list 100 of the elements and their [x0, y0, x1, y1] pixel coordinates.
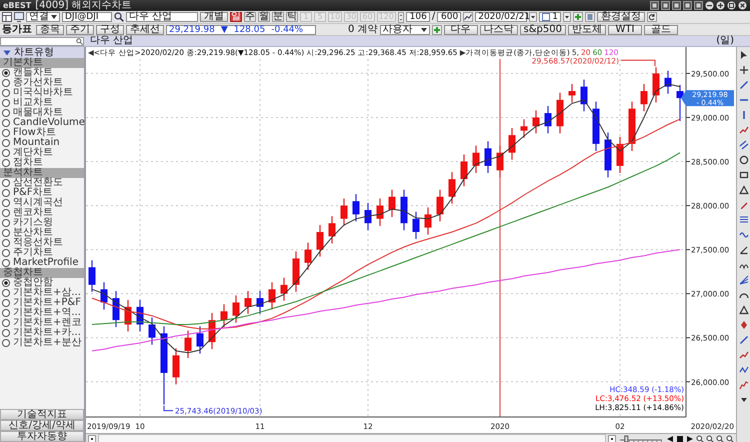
chart-type-option[interactable]: P&F차트 [0, 188, 84, 198]
wave-icon[interactable] [738, 230, 748, 240]
chart-type-option[interactable]: 기본차트+P&F [0, 298, 84, 308]
count-field[interactable]: 106 [406, 12, 430, 22]
radio-button[interactable] [2, 279, 10, 287]
toolbar-button[interactable]: 구성 [96, 24, 124, 34]
dropdown-icon[interactable] [563, 12, 572, 22]
radio-button[interactable] [2, 219, 10, 227]
period-tab[interactable]: 분 [272, 12, 284, 22]
close-icon[interactable] [738, 1, 747, 10]
period-tab[interactable]: 주 [244, 12, 256, 22]
spinner-icon[interactable] [398, 12, 404, 22]
scrollbar[interactable] [86, 433, 736, 442]
chart-type-option[interactable]: 기본차트+삼... [0, 288, 84, 298]
chart-type-option[interactable]: 주기차트 [0, 248, 84, 258]
link-select[interactable]: 연결 [26, 12, 60, 22]
radio-button[interactable] [2, 119, 10, 127]
radio-button[interactable] [2, 299, 10, 307]
settings-button[interactable]: 환경설정 [597, 12, 646, 22]
period-tab[interactable]: 월 [258, 12, 270, 22]
chart-type-option[interactable]: 분산차트 [0, 228, 84, 238]
play-icon[interactable] [686, 434, 694, 442]
plus-icon[interactable] [432, 24, 442, 34]
radio-button[interactable] [2, 259, 10, 267]
chart-type-option[interactable]: Mountain [0, 138, 84, 148]
radio-button[interactable] [2, 329, 10, 337]
radio-button[interactable] [2, 149, 10, 157]
radio-button[interactable] [2, 199, 10, 207]
date-field[interactable]: 2020/02/21 [475, 12, 528, 22]
marker-icon[interactable] [738, 320, 748, 330]
toolbar-button[interactable]: 추세선 [126, 24, 164, 34]
search-icon[interactable] [114, 12, 124, 22]
side-button[interactable]: 신호/강세/약세 [0, 420, 84, 431]
chart-type-option[interactable]: 렌코차트 [0, 208, 84, 218]
multiplier-field[interactable]: 1 [539, 12, 562, 22]
chart-type-option[interactable]: 비교차트 [0, 98, 84, 108]
index-button[interactable]: 반도체 [568, 24, 606, 34]
step-back-icon[interactable] [666, 434, 674, 442]
channel-icon[interactable] [738, 140, 748, 150]
index-button[interactable]: 다우 [444, 24, 478, 34]
chart-type-option[interactable]: 기본차트+역... [0, 308, 84, 318]
collapse-icon[interactable] [3, 50, 11, 56]
side-button[interactable]: 투자자동향 [0, 431, 84, 442]
radio-button[interactable] [2, 319, 10, 327]
zoom-icon[interactable] [696, 434, 704, 442]
chart-type-option[interactable]: 종가선차트 [0, 78, 84, 88]
symbol-code-field[interactable]: DJI@DJI [62, 12, 112, 22]
index-button[interactable]: 골드 [644, 24, 678, 34]
chart-type-option[interactable]: 계단차트 [0, 148, 84, 158]
radio-button[interactable] [2, 239, 10, 247]
chart-type-option[interactable]: 캔들차트 [0, 68, 84, 78]
chart-type-header[interactable]: 차트유형 [0, 47, 84, 58]
scroll-left-icon[interactable] [88, 434, 96, 442]
radio-button[interactable] [2, 289, 10, 297]
line-tool-icon[interactable] [738, 335, 748, 345]
line-tool-icon[interactable] [738, 80, 748, 90]
individual-button[interactable]: 개별 [200, 12, 228, 22]
search-icon[interactable] [76, 38, 83, 44]
triangle-icon[interactable] [738, 185, 748, 195]
circle-icon[interactable] [738, 155, 748, 165]
symbol-name-field[interactable]: 다우 산업 [126, 12, 198, 22]
max-count-field[interactable]: 600 [437, 12, 462, 22]
zoom-icon[interactable] [726, 434, 734, 442]
radio-button[interactable] [2, 309, 10, 317]
radio-button[interactable] [2, 69, 10, 77]
zoom-icon[interactable] [706, 434, 714, 442]
fibonacci-icon[interactable] [738, 215, 748, 225]
stop-icon[interactable] [676, 434, 684, 442]
period-tab[interactable]: 일 [230, 12, 242, 22]
zoom-icon[interactable] [716, 434, 724, 442]
chart-type-option[interactable]: CandleVolume [0, 118, 84, 128]
index-button[interactable]: 나스닥 [480, 24, 518, 34]
chart-line-icon[interactable] [463, 12, 474, 22]
pencil-icon[interactable] [738, 200, 748, 210]
chart-type-option[interactable]: 기본차트+카... [0, 328, 84, 338]
chart-type-option[interactable]: 기본차트+분산 [0, 338, 84, 348]
chart-type-option[interactable]: 매물대차트 [0, 108, 84, 118]
radio-button[interactable] [2, 339, 10, 347]
radio-button[interactable] [2, 249, 10, 257]
refresh-icon[interactable] [647, 12, 658, 22]
chart-type-option[interactable]: 카기스윙 [0, 218, 84, 228]
toolbar-button[interactable]: 종목 [36, 24, 64, 34]
dropdown-icon[interactable] [529, 12, 538, 22]
trend-line-icon[interactable] [738, 350, 748, 360]
rectangle-icon[interactable] [738, 170, 748, 180]
trend-line-icon[interactable] [738, 125, 748, 135]
chart-line-icon[interactable] [738, 380, 748, 390]
gann-fan-icon[interactable] [738, 275, 748, 285]
triangle-icon[interactable] [738, 305, 748, 315]
search-field[interactable] [0, 36, 84, 46]
user-select[interactable]: 사용자 [380, 24, 430, 34]
radio-button[interactable] [2, 139, 10, 147]
pointer-icon[interactable] [738, 50, 748, 60]
index-button[interactable]: WTI [608, 24, 642, 34]
index-button[interactable]: s&p500 [520, 24, 566, 34]
chart-type-option[interactable]: MarketProfile [0, 258, 84, 268]
chart-type-option[interactable]: Flow차트 [0, 128, 84, 138]
chart-type-option[interactable]: 적응선차트 [0, 238, 84, 248]
zigzag-icon[interactable] [738, 365, 748, 375]
angle-icon[interactable] [738, 245, 748, 255]
